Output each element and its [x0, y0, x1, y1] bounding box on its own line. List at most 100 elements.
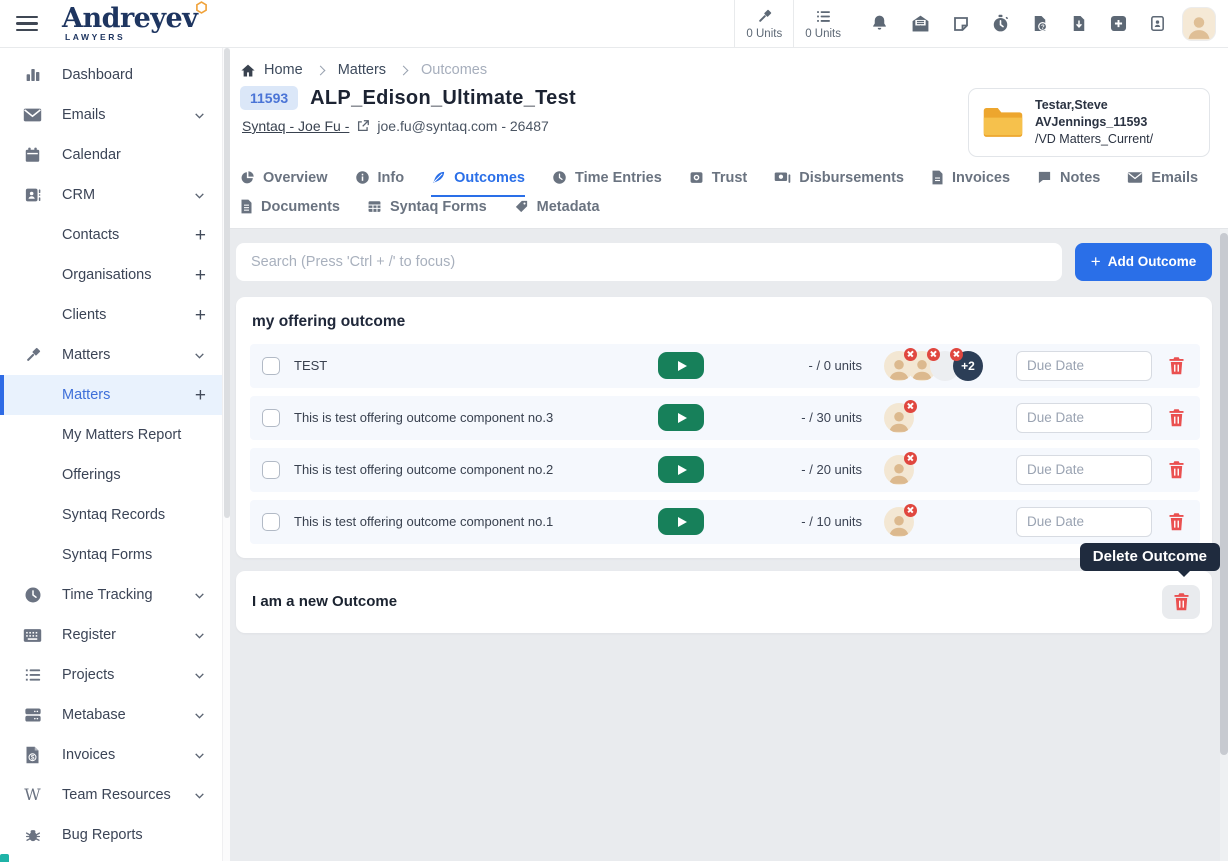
stopwatch-icon[interactable]	[991, 14, 1010, 33]
play-button[interactable]	[658, 404, 704, 431]
tab-trust[interactable]: Trust	[689, 170, 747, 197]
brand-logo: Andreyev LAWYERS	[62, 5, 197, 42]
row-checkbox[interactable]	[262, 461, 280, 479]
clock-icon	[552, 170, 567, 185]
task-units-counter[interactable]: 0 Units	[793, 0, 852, 47]
plus-icon[interactable]	[195, 226, 206, 245]
delete-row-button[interactable]	[1166, 355, 1187, 376]
sidebar-item-matters[interactable]: Matters	[0, 335, 222, 375]
assignee-avatar[interactable]	[884, 455, 914, 485]
due-date-input[interactable]	[1016, 403, 1152, 433]
sidebar-item-syntaq-forms[interactable]: Syntaq Forms	[0, 535, 222, 575]
delete-row-button[interactable]	[1166, 459, 1187, 480]
sidebar-item-dashboard[interactable]: Dashboard	[0, 55, 222, 95]
add-outcome-label: Add Outcome	[1108, 254, 1197, 269]
plus-icon[interactable]	[195, 386, 206, 405]
tab-time-entries[interactable]: Time Entries	[552, 170, 662, 197]
play-button[interactable]	[658, 352, 704, 379]
add-square-icon[interactable]	[1109, 14, 1128, 33]
outcome-label: This is test offering outcome component …	[294, 462, 646, 477]
sidebar-item-offerings[interactable]: Offerings	[0, 455, 222, 495]
sidebar-item-label: Syntaq Records	[62, 507, 165, 523]
external-link-icon[interactable]	[356, 119, 370, 133]
folder-icon	[982, 104, 1024, 140]
due-date-input[interactable]	[1016, 455, 1152, 485]
remove-assignee-icon[interactable]	[904, 348, 917, 361]
remove-assignee-icon[interactable]	[904, 400, 917, 413]
sidebar-item-emails[interactable]: Emails	[0, 95, 222, 135]
sidebar-item-label: Emails	[62, 107, 106, 123]
tab-notes[interactable]: Notes	[1037, 170, 1100, 197]
hamburger-menu-icon[interactable]	[16, 16, 38, 32]
inbox-icon[interactable]	[910, 14, 931, 33]
assignee-avatar[interactable]	[884, 507, 914, 537]
row-checkbox[interactable]	[262, 513, 280, 531]
play-button[interactable]	[658, 508, 704, 535]
file-question-icon[interactable]: ?	[1031, 14, 1049, 33]
search-input[interactable]	[236, 243, 1062, 281]
tab-outcomes[interactable]: Outcomes	[431, 170, 525, 197]
tab-disbursements[interactable]: Disbursements	[774, 170, 904, 197]
outcome-group-title: my offering outcome	[252, 313, 1200, 331]
user-avatar[interactable]	[1182, 7, 1216, 41]
row-checkbox[interactable]	[262, 409, 280, 427]
delete-row-button[interactable]	[1166, 511, 1187, 532]
file-download-icon[interactable]	[1070, 14, 1088, 33]
sidebar-item-matters-sub[interactable]: Matters	[0, 375, 222, 415]
contact-card-icon[interactable]	[1149, 14, 1166, 33]
sidebar-item-label: Bug Reports	[62, 827, 143, 843]
delete-outcome-button[interactable]	[1162, 585, 1200, 619]
sidebar-item-calendar[interactable]: Calendar	[0, 135, 222, 175]
client-link[interactable]: Syntaq - Joe Fu -	[242, 118, 349, 134]
play-button[interactable]	[658, 456, 704, 483]
tab-metadata[interactable]: Metadata	[514, 199, 600, 226]
sidebar-item-label: Organisations	[62, 267, 151, 283]
tab-invoices[interactable]: Invoices	[931, 170, 1010, 197]
sidebar-item-time-tracking[interactable]: Time Tracking	[0, 575, 222, 615]
sidebar-item-syntaq-records[interactable]: Syntaq Records	[0, 495, 222, 535]
sidebar-item-crm[interactable]: CRM	[0, 175, 222, 215]
tab-overview[interactable]: Overview	[240, 170, 328, 197]
remove-assignee-icon[interactable]	[950, 348, 963, 361]
remove-assignee-icon[interactable]	[927, 348, 940, 361]
sidebar-item-metabase[interactable]: Metabase	[0, 695, 222, 735]
sidebar-item-clients[interactable]: Clients	[0, 295, 222, 335]
assignee-avatars	[884, 455, 1002, 485]
tab-syntaq-forms[interactable]: Syntaq Forms	[367, 199, 487, 226]
remove-assignee-icon[interactable]	[904, 452, 917, 465]
matter-units-counter[interactable]: 0 Units	[734, 0, 793, 47]
tab-emails[interactable]: Emails	[1127, 170, 1198, 197]
bell-icon[interactable]	[870, 14, 889, 33]
sidebar-item-projects[interactable]: Projects	[0, 655, 222, 695]
sidebar-item-team-resources[interactable]: W Team Resources	[0, 775, 222, 815]
note-icon[interactable]	[952, 15, 970, 33]
content-area: Add Outcome my offering outcome TEST - /…	[230, 229, 1220, 861]
keyboard-icon	[22, 628, 43, 643]
add-outcome-button[interactable]: Add Outcome	[1075, 243, 1212, 281]
row-checkbox[interactable]	[262, 357, 280, 375]
plus-icon[interactable]	[195, 306, 206, 325]
sidebar-item-my-matters-report[interactable]: My Matters Report	[0, 415, 222, 455]
matter-folder-card[interactable]: Testar,Steve AVJennings_11593 /VD Matter…	[968, 88, 1210, 157]
breadcrumb-home[interactable]: Home	[240, 62, 303, 78]
sidebar-item-contacts[interactable]: Contacts	[0, 215, 222, 255]
sidebar-item-bug-reports[interactable]: Bug Reports	[0, 815, 222, 855]
sidebar-item-label: Offerings	[62, 467, 121, 483]
tab-documents[interactable]: Documents	[240, 199, 340, 226]
breadcrumb-matters[interactable]: Matters	[338, 62, 386, 78]
sidebar-scrollbar[interactable]	[222, 48, 230, 861]
due-date-input[interactable]	[1016, 507, 1152, 537]
outcome-row: This is test offering outcome component …	[250, 396, 1200, 440]
sidebar-item-invoices[interactable]: $ Invoices	[0, 735, 222, 775]
delete-row-button[interactable]	[1166, 407, 1187, 428]
sidebar-item-organisations[interactable]: Organisations	[0, 255, 222, 295]
remove-assignee-icon[interactable]	[904, 504, 917, 517]
assignee-avatar[interactable]	[884, 403, 914, 433]
plus-icon[interactable]	[195, 266, 206, 285]
tab-info[interactable]: Info	[355, 170, 405, 197]
tab-label: Trust	[712, 170, 747, 186]
main-scrollbar[interactable]	[1220, 229, 1228, 861]
due-date-input[interactable]	[1016, 351, 1152, 381]
hexagon-icon	[195, 1, 208, 14]
sidebar-item-register[interactable]: Register	[0, 615, 222, 655]
